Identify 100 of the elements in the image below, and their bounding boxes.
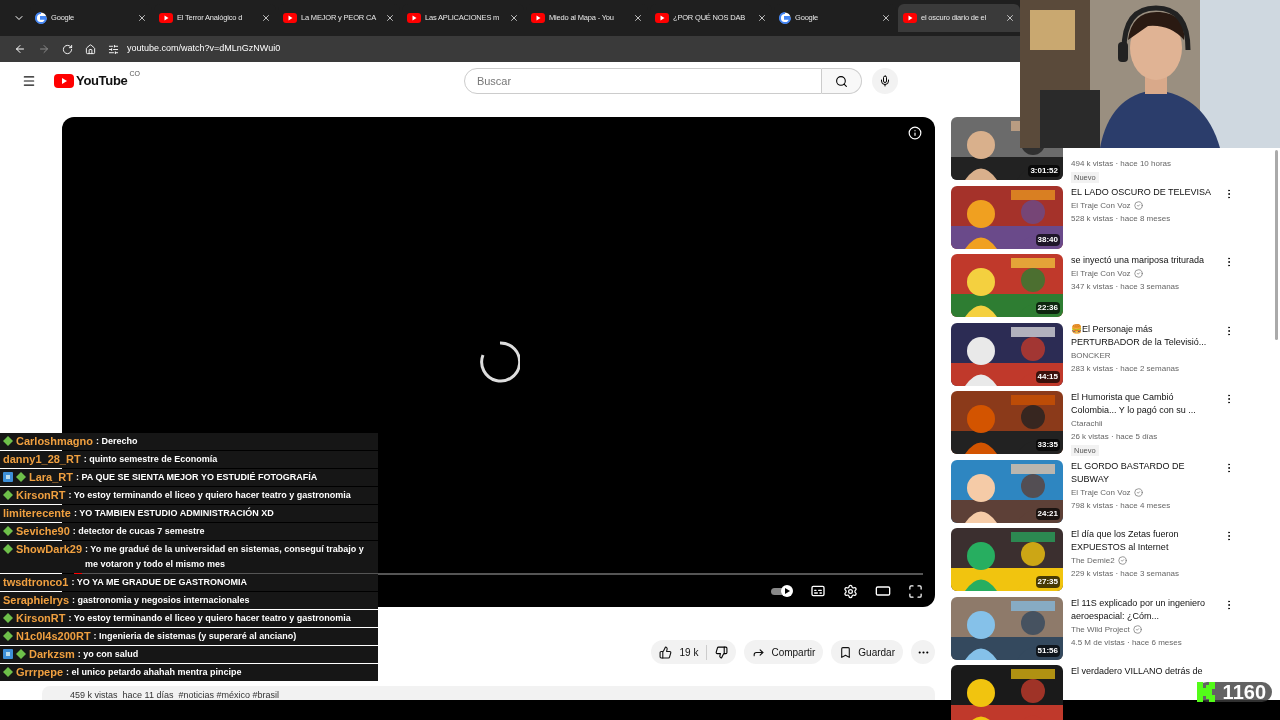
site-settings-icon[interactable]	[108, 43, 119, 55]
channel-name[interactable]: BONCKER	[1071, 348, 1111, 362]
address-field[interactable]: youtube.com/watch?v=dMLnGzNWui0	[127, 42, 281, 56]
play-logo-icon	[283, 13, 297, 23]
video-title[interactable]: El día que los Zetas fueron EXPUESTOS al Internet	[1071, 528, 1215, 554]
chat-message: : detector de cucas 7 semestre	[72, 525, 206, 538]
video-title[interactable]: El verdadero VILLANO detrás de	[1071, 665, 1215, 678]
video-stats: 459 k vistas hace 11 días #noticias #méxico #brasil	[70, 691, 279, 700]
chat-username: danny1_28_RT	[3, 452, 81, 467]
viewer-count: 1160	[1222, 682, 1266, 702]
chat-username: limiterecente	[3, 506, 71, 521]
search-field[interactable]: Buscar	[463, 68, 822, 94]
chat-username: Seviche90	[16, 524, 70, 539]
video-duration: 22:36	[1035, 302, 1060, 314]
channel-name[interactable]: The Wild Project	[1071, 622, 1130, 636]
close-icon[interactable]	[881, 13, 891, 23]
video-title[interactable]: EL LADO OSCURO DE TELEVISA	[1071, 185, 1215, 199]
channel-name[interactable]: El Traje Con Voz	[1071, 198, 1131, 212]
play-logo-icon	[903, 13, 917, 23]
video-title[interactable]: 🍔El Personaje más PERTURBADOR de la Televisió...	[1071, 322, 1215, 349]
view-count: 4.5 M de vistas · hace 6 meses	[1071, 636, 1183, 649]
microphone-icon	[878, 75, 891, 87]
view-count: 229 k vistas · hace 3 semanas	[1071, 568, 1181, 580]
video-duration: 27:35	[1035, 576, 1060, 588]
close-icon[interactable]	[633, 13, 643, 23]
chat-username: N1c0l4s200RT	[16, 629, 91, 644]
reload-icon[interactable]	[62, 43, 73, 55]
like-button[interactable]: 19 k	[650, 644, 708, 660]
chat-username: Carloshmagno	[16, 434, 93, 449]
view-count: 798 k vistas · hace 4 meses	[1071, 499, 1172, 512]
view-count: 26 k vistas · hace 5 días	[1071, 431, 1159, 443]
view-count: 528 k vistas · hace 8 meses	[1071, 212, 1172, 225]
chat-username: KirsonRT	[16, 488, 66, 503]
thumbs-down-icon	[715, 645, 729, 659]
close-icon[interactable]	[1005, 13, 1015, 23]
video-title[interactable]: El Humorista que Cambió Colombia... Y lo pagó con su ...	[1071, 391, 1215, 417]
logo-text: YouTube	[76, 72, 128, 91]
chat-message: : yo con salud	[77, 648, 140, 661]
chat-username: twsdtronco1	[3, 575, 69, 590]
play-logo-icon	[54, 74, 74, 88]
channel-name[interactable]: Ctarachii	[1071, 417, 1103, 430]
chat-message: : quinto semestre de Economía	[83, 453, 219, 466]
voice-search-button[interactable]	[871, 68, 898, 94]
thumbs-up-icon	[658, 645, 672, 659]
video-title[interactable]: se inyectó una mariposa triturada	[1071, 254, 1215, 267]
close-icon[interactable]	[509, 13, 519, 23]
play-logo-icon	[159, 13, 173, 23]
view-count: 283 k vistas · hace 2 semanas	[1071, 362, 1181, 375]
view-count: 494 k vistas · hace 10 horas	[1071, 158, 1173, 170]
chat-message: : el unico petardo ahahah mentra pincipe	[66, 666, 243, 679]
play-logo-icon	[531, 13, 545, 23]
close-icon[interactable]	[261, 13, 271, 23]
k-logo-icon	[1196, 682, 1215, 702]
chat-message: : Yo estoy terminando el liceo y quiero hacer teatro y gastronomia	[68, 489, 352, 502]
subtitles-icon[interactable]	[810, 583, 826, 599]
chat-message: : YO YA ME GRADUE DE GASTRONOMIA	[71, 576, 248, 589]
chat-message: : Yo estoy terminando el liceo y quiero hacer teatro y gastronomia	[68, 612, 352, 625]
theater-mode-icon[interactable]	[875, 583, 891, 599]
chat-username: Lara_RT	[29, 470, 74, 485]
close-icon[interactable]	[137, 13, 147, 23]
more-actions-button[interactable]	[911, 640, 935, 664]
chat-message: : Derecho	[96, 435, 139, 448]
video-title[interactable]: El 11S explicado por un ingeniero aeroespacial: ¿Cóm...	[1071, 596, 1215, 623]
share-button[interactable]: Compartir	[744, 640, 824, 664]
square-badge-icon	[3, 472, 13, 482]
close-icon[interactable]	[385, 13, 395, 23]
settings-icon[interactable]	[843, 583, 858, 599]
loading-spinner-icon	[480, 341, 520, 383]
video-duration: 33:35	[1035, 439, 1060, 451]
scrollbar[interactable]	[1275, 150, 1278, 340]
chat-username: Grrrpepe	[16, 665, 64, 680]
home-icon[interactable]	[85, 43, 96, 55]
channel-name[interactable]: El Traje Con Voz	[1071, 267, 1131, 280]
back-icon[interactable]	[14, 43, 26, 55]
video-duration: 3:01:52	[1028, 165, 1060, 177]
view-count: 347 k vistas · hace 3 semanas	[1071, 281, 1181, 293]
channel-name[interactable]: The Demie2	[1071, 554, 1115, 567]
info-icon[interactable]	[908, 126, 922, 140]
autoplay-toggle[interactable]	[771, 585, 793, 597]
menu-icon[interactable]	[22, 74, 36, 88]
chat-message: : gastronomia y negosios internacionales	[72, 594, 251, 607]
chat-message: : PA QUE SE SIENTA MEJOR YO ESTUDIÉ FOTOGRAFÍA	[76, 471, 319, 484]
chat-username: ShowDark29	[16, 542, 83, 557]
diamond-icon	[3, 436, 13, 446]
save-button[interactable]: Guardar	[831, 640, 903, 664]
chat-message: : YO TAMBIEN ESTUDIO ADMINISTRACIÓN XD	[73, 506, 275, 520]
close-icon[interactable]	[757, 13, 767, 23]
chat-message: : Ingenieria de sistemas (y superaré al anciano)	[93, 630, 298, 643]
search-icon	[834, 74, 848, 88]
play-icon	[784, 588, 790, 594]
bookmark-icon	[839, 645, 853, 659]
chat-message: : Yo me gradué de la universidad en sistemas, conseguí trabajo y me votaron y todo el mismo mes	[85, 543, 365, 571]
channel-name[interactable]: El Traje Con Voz	[1071, 485, 1131, 499]
video-title[interactable]: EL GORDO BASTARDO DE SUBWAY	[1071, 459, 1215, 486]
play-logo-icon	[655, 13, 669, 23]
chat-username: Darkzsm	[29, 647, 75, 662]
chat-username: KirsonRT	[16, 611, 66, 626]
square-badge-icon	[3, 649, 13, 659]
search-button[interactable]	[821, 68, 862, 94]
fullscreen-icon[interactable]	[908, 583, 923, 599]
